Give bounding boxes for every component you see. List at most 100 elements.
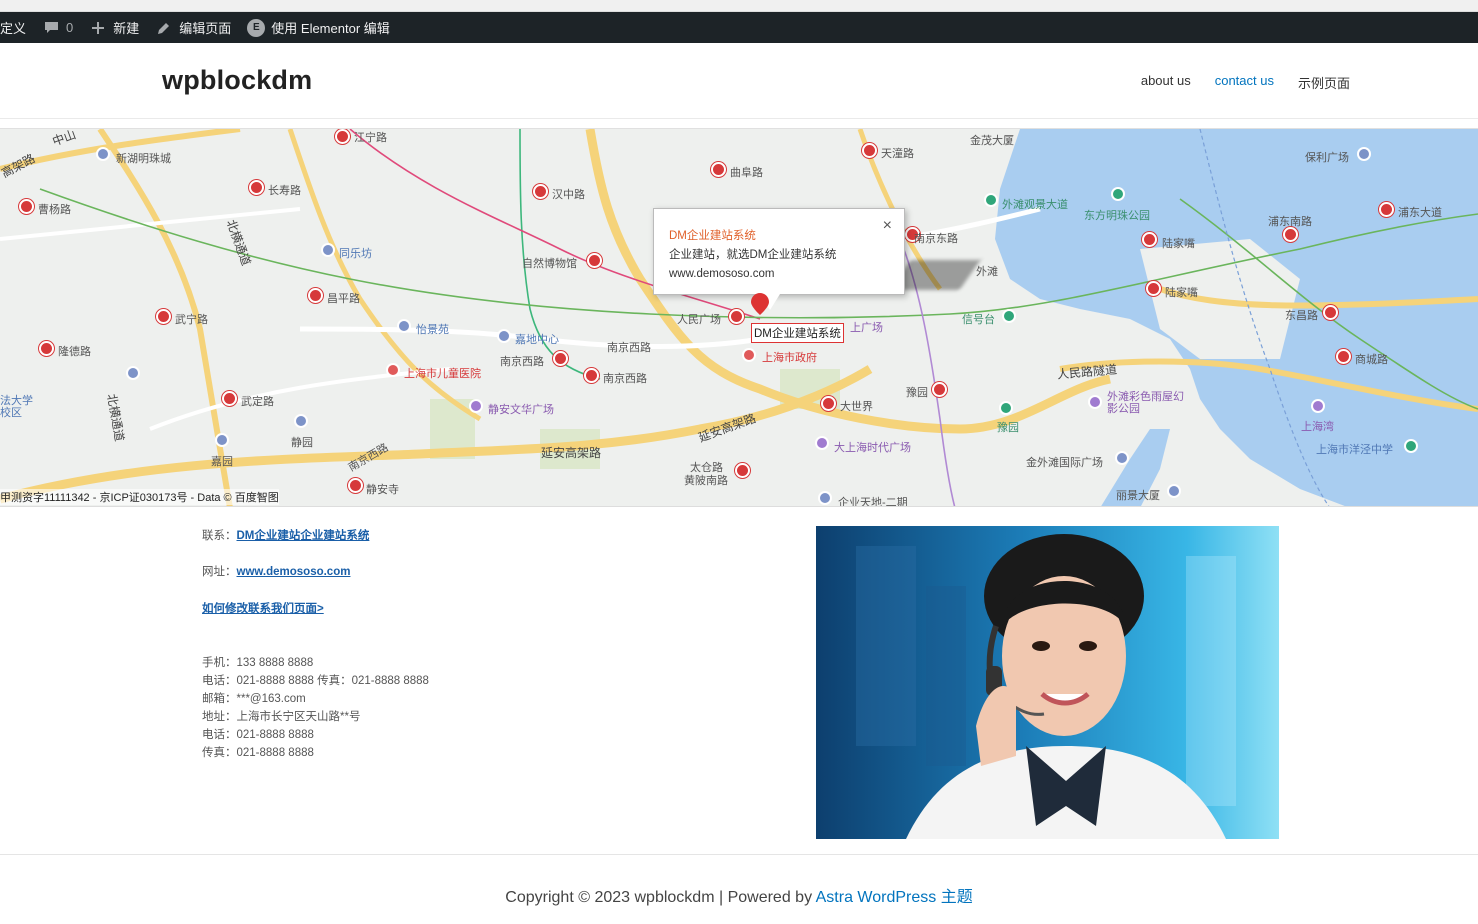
admin-bar-elementor[interactable]: E 使用 Elementor 编辑: [239, 12, 397, 43]
map-label: 大上海时代广场: [834, 442, 911, 454]
poi-icon[interactable]: [497, 329, 511, 343]
metro-station-icon[interactable]: [1283, 227, 1298, 242]
map-label: 嘉地中心: [515, 334, 559, 346]
footer-theme-link[interactable]: Astra WordPress 主题: [816, 889, 973, 906]
map-label: 南京西路: [603, 373, 647, 385]
nav-about-us[interactable]: about us: [1141, 73, 1191, 92]
poi-icon[interactable]: [818, 491, 832, 505]
map-label: 上海湾: [1301, 421, 1334, 433]
admin-bar-edit-page[interactable]: 编辑页面: [147, 12, 239, 43]
metro-station-icon[interactable]: [553, 351, 568, 366]
metro-station-icon[interactable]: [222, 391, 237, 406]
metro-station-icon[interactable]: [1336, 349, 1351, 364]
poi-icon[interactable]: [469, 399, 483, 413]
metro-station-icon[interactable]: [711, 162, 726, 177]
poi-icon[interactable]: [321, 243, 335, 257]
poi-icon[interactable]: [215, 433, 229, 447]
metro-station-icon[interactable]: [348, 478, 363, 493]
browser-top-strip: [0, 0, 1478, 12]
map-label: 上海市洋泾中学: [1316, 444, 1393, 456]
map-info-window: DM企业建站系统 企业建站，就选DM企业建站系统 www.demososo.co…: [653, 208, 905, 295]
map-label: 法大学校区: [0, 395, 33, 419]
poi-icon[interactable]: [984, 193, 998, 207]
map-label: 静园: [291, 437, 313, 449]
admin-bar-new[interactable]: 新建: [81, 12, 147, 43]
info-window-line2: www.demososo.com: [669, 268, 775, 280]
map-label: 嘉园: [211, 456, 233, 468]
poi-icon[interactable]: [96, 147, 110, 161]
close-icon[interactable]: ×: [883, 216, 892, 235]
poi-icon[interactable]: [1115, 451, 1129, 465]
website-link[interactable]: www.demososo.com: [237, 566, 351, 578]
baidu-map[interactable]: 中山 高架路 江宁路 天潼路 金茂大厦 保利广场 新湖明珠城 长寿路 汉中路 曲…: [0, 128, 1478, 507]
map-label: 保利广场: [1305, 152, 1349, 164]
poi-icon[interactable]: [397, 319, 411, 333]
hospital-icon[interactable]: [386, 363, 400, 377]
map-label: 隆德路: [58, 346, 91, 358]
site-header: wpblockdm about us contact us 示例页面: [0, 43, 1478, 119]
howto-link[interactable]: 如何修改联系我们页面>: [202, 603, 324, 615]
metro-station-icon[interactable]: [735, 463, 750, 478]
edit-page-label: 编辑页面: [179, 21, 232, 36]
poi-icon[interactable]: [1404, 439, 1418, 453]
map-label: 企业天地-二期: [838, 497, 908, 507]
map-label: 信号台: [962, 314, 995, 326]
poi-icon[interactable]: [1111, 187, 1125, 201]
parking-icon[interactable]: [126, 366, 140, 380]
metro-station-icon[interactable]: [729, 309, 744, 324]
website-label: 网址：: [202, 566, 237, 578]
metro-station-icon[interactable]: [156, 309, 171, 324]
map-label: 外滩: [976, 266, 998, 278]
map-label: 曲阜路: [730, 167, 763, 179]
map-label: 新湖明珠城: [116, 153, 171, 165]
fax-text: 传真：021-8888 8888: [202, 747, 314, 759]
map-label: 豫园: [997, 422, 1019, 434]
map-label: 上海市儿童医院: [404, 368, 481, 380]
map-pin-icon[interactable]: [751, 293, 769, 315]
map-label: 浦东南路: [1268, 216, 1312, 228]
map-label: 外滩观景大道: [1002, 199, 1068, 211]
poi-icon[interactable]: [1167, 484, 1181, 498]
poi-icon[interactable]: [999, 401, 1013, 415]
poi-icon[interactable]: [1002, 309, 1016, 323]
metro-station-icon[interactable]: [584, 368, 599, 383]
admin-bar-customize[interactable]: 定义: [0, 12, 34, 43]
metro-station-icon[interactable]: [39, 341, 54, 356]
address-text: 地址：上海市长宁区天山路**号: [202, 711, 361, 723]
nav-sample-page[interactable]: 示例页面: [1298, 73, 1350, 92]
poi-icon[interactable]: [1357, 147, 1371, 161]
poi-icon[interactable]: [815, 436, 829, 450]
admin-bar-comments[interactable]: 0: [34, 12, 81, 43]
map-label: 长寿路: [268, 185, 301, 197]
metro-station-icon[interactable]: [587, 253, 602, 268]
metro-station-icon[interactable]: [1146, 281, 1161, 296]
metro-station-icon[interactable]: [335, 129, 350, 144]
website-row: 网址：www.demososo.com: [202, 563, 350, 579]
metro-station-icon[interactable]: [308, 288, 323, 303]
site-title[interactable]: wpblockdm: [162, 65, 312, 96]
phone-text: 电话：021-8888 8888: [202, 729, 314, 741]
map-label: 同乐坊: [339, 248, 372, 260]
metro-station-icon[interactable]: [249, 180, 264, 195]
map-label: 昌平路: [327, 293, 360, 305]
map-label: 丽景大厦: [1116, 490, 1160, 502]
metro-station-icon[interactable]: [821, 396, 836, 411]
metro-station-icon[interactable]: [19, 199, 34, 214]
metro-station-icon[interactable]: [862, 143, 877, 158]
metro-station-icon[interactable]: [932, 382, 947, 397]
map-label: 天潼路: [881, 148, 914, 160]
info-window-line1: 企业建站，就选DM企业建站系统: [669, 249, 837, 261]
poi-icon[interactable]: [1311, 399, 1325, 413]
metro-station-icon[interactable]: [533, 184, 548, 199]
nav-contact-us[interactable]: contact us: [1215, 73, 1274, 92]
government-icon[interactable]: [742, 348, 756, 362]
poi-icon[interactable]: [1088, 395, 1102, 409]
map-label: 大世界: [840, 401, 873, 413]
contact-link[interactable]: DM企业建站企业建站系统: [237, 530, 370, 542]
metro-station-icon[interactable]: [1142, 232, 1157, 247]
metro-station-icon[interactable]: [1323, 305, 1338, 320]
poi-icon[interactable]: [294, 414, 308, 428]
phone-fax-text: 电话：021-8888 8888 传真：021-8888 8888: [202, 675, 429, 687]
map-label: 商城路: [1355, 354, 1388, 366]
metro-station-icon[interactable]: [1379, 202, 1394, 217]
